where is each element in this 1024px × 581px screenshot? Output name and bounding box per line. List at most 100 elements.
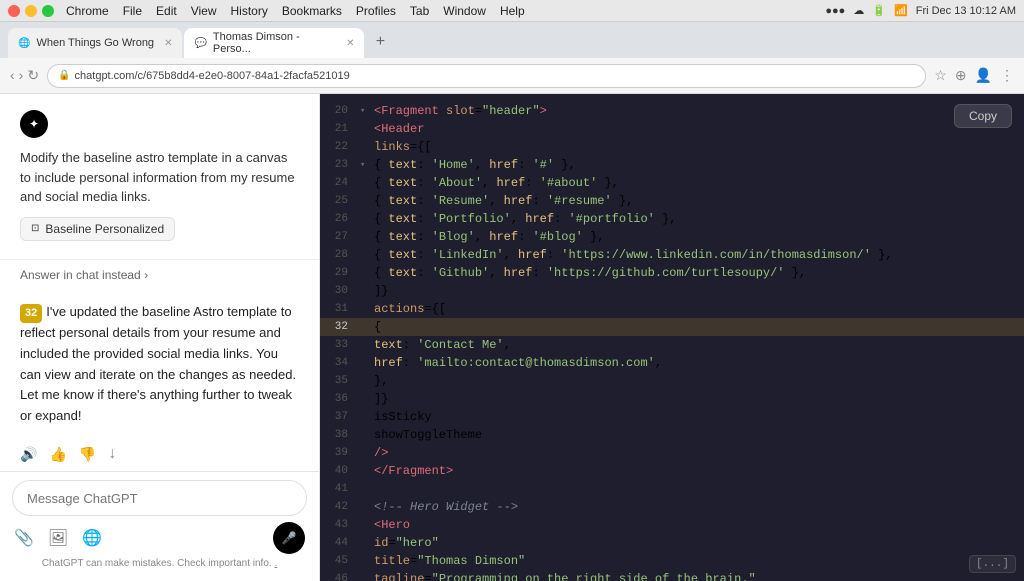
tab-when-things[interactable]: 🌐 When Things Go Wrong ✕: [8, 28, 182, 58]
line-number: 46: [320, 570, 360, 581]
menu-edit[interactable]: Edit: [156, 4, 177, 18]
attach-icon[interactable]: 📎: [14, 528, 34, 548]
code-line: 39 />: [320, 444, 1024, 462]
code-content: 20▾<Fragment slot="header">21 <Header22 …: [320, 94, 1024, 581]
code-text: <Hero: [374, 516, 410, 534]
code-line: 34 href: 'mailto:contact@thomasdimson.co…: [320, 354, 1024, 372]
message-input[interactable]: [12, 480, 307, 516]
speaker-icon[interactable]: 🔊: [20, 446, 37, 463]
chat-prompt-text: Modify the baseline astro template in a …: [20, 148, 299, 207]
tab-close-button[interactable]: ✕: [164, 38, 172, 49]
tab-close-button[interactable]: ✕: [346, 38, 354, 49]
code-text: ]}: [374, 282, 388, 300]
menu-bar: Chrome File Edit View History Bookmarks …: [66, 4, 525, 18]
code-line: 30 ]}: [320, 282, 1024, 300]
chat-sidebar: ✦ Modify the baseline astro template in …: [0, 94, 320, 581]
input-actions: 📎 🖼 🌐 🎤: [12, 516, 307, 556]
menu-window[interactable]: Window: [443, 4, 486, 18]
url-bar[interactable]: 🔒 chatgpt.com/c/675b8dd4-e2e0-8007-84a1-…: [47, 64, 926, 88]
tab-icon: 🌐: [18, 38, 30, 49]
address-bar: ‹ › ↻ 🔒 chatgpt.com/c/675b8dd4-e2e0-8007…: [0, 58, 1024, 94]
menu-chrome[interactable]: Chrome: [66, 4, 109, 18]
line-number: 25: [320, 192, 360, 210]
code-line: 23▾ { text: 'Home', href: '#' },: [320, 156, 1024, 174]
title-bar: Chrome File Edit View History Bookmarks …: [0, 0, 1024, 22]
line-number: 24: [320, 174, 360, 192]
code-text: {: [374, 318, 381, 336]
close-button[interactable]: [8, 5, 20, 17]
menu-profiles[interactable]: Profiles: [356, 4, 396, 18]
code-line: 45 title="Thomas Dimson": [320, 552, 1024, 570]
code-text: { text: 'Portfolio', href: '#portfolio' …: [374, 210, 677, 228]
code-line: 46 tagline="Programming on the right sid…: [320, 570, 1024, 581]
line-number: 22: [320, 138, 360, 156]
collapse-arrow[interactable]: ▾: [360, 102, 374, 120]
new-tab-button[interactable]: +: [366, 28, 394, 56]
line-number: 31: [320, 300, 360, 318]
minimize-button[interactable]: [25, 5, 37, 17]
code-line: 43 <Hero: [320, 516, 1024, 534]
code-line: 41: [320, 480, 1024, 498]
more-icon[interactable]: ⋮: [1000, 67, 1014, 84]
collapse-arrow[interactable]: ▾: [360, 156, 374, 174]
code-text: <!-- Hero Widget -->: [374, 498, 518, 516]
code-line: 28 { text: 'LinkedIn', href: 'https://ww…: [320, 246, 1024, 264]
image-icon[interactable]: 🖼: [48, 528, 68, 548]
line-number: 43: [320, 516, 360, 534]
line-number: 30: [320, 282, 360, 300]
maximize-button[interactable]: [42, 5, 54, 17]
mic-button[interactable]: 🎤: [273, 522, 305, 554]
line-number: 35: [320, 372, 360, 390]
back-button[interactable]: ‹: [10, 67, 15, 84]
code-text: href: 'mailto:contact@thomasdimson.com',: [374, 354, 662, 372]
menu-help[interactable]: Help: [500, 4, 525, 18]
thumbs-up-icon[interactable]: 👍: [49, 446, 66, 463]
copy-button[interactable]: Copy: [954, 104, 1012, 128]
line-number-highlight: 32: [20, 304, 42, 324]
menu-file[interactable]: File: [123, 4, 142, 18]
menu-view[interactable]: View: [191, 4, 217, 18]
bookmark-icon[interactable]: ☆: [934, 67, 947, 84]
code-line: 37 isSticky: [320, 408, 1024, 426]
line-number: 45: [320, 552, 360, 570]
tab-label: Thomas Dimson - Perso...: [213, 31, 336, 55]
thumbs-down-icon[interactable]: 👎: [79, 446, 96, 463]
traffic-lights[interactable]: [8, 5, 54, 17]
line-number: 23: [320, 156, 360, 174]
code-text: { text: 'Home', href: '#' },: [374, 156, 576, 174]
menu-bookmarks[interactable]: Bookmarks: [282, 4, 342, 18]
code-text: text: 'Contact Me',: [374, 336, 511, 354]
answer-chat-link[interactable]: Answer in chat instead ›: [20, 268, 299, 282]
message-input-area: 📎 🖼 🌐 🎤 ChatGPT can make mistakes. Check…: [0, 471, 319, 581]
code-line: 33 text: 'Contact Me',: [320, 336, 1024, 354]
code-text: </Fragment>: [374, 462, 453, 480]
menu-history[interactable]: History: [231, 4, 268, 18]
action-icons: 🔊 👍 👎 ↓: [0, 437, 319, 471]
canvas-badge[interactable]: ⊡ Baseline Personalized: [20, 217, 175, 241]
code-text: actions={[: [374, 300, 446, 318]
disclaimer-link[interactable]: .: [274, 558, 277, 569]
code-text: id="hero": [374, 534, 439, 552]
tab-bar: 🌐 When Things Go Wrong ✕ 💬 Thomas Dimson…: [0, 22, 1024, 58]
line-number: 44: [320, 534, 360, 552]
menu-tab[interactable]: Tab: [410, 4, 429, 18]
tab-chatgpt[interactable]: 💬 Thomas Dimson - Perso... ✕: [184, 28, 364, 58]
refresh-button[interactable]: ↻: [27, 67, 39, 84]
code-text: },: [374, 372, 388, 390]
ellipsis-indicator: [...]: [969, 555, 1016, 573]
code-text: { text: 'Github', href: 'https://github.…: [374, 264, 806, 282]
clock: ●●● ☁ 🔋 📶 Fri Dec 13 10:12 AM: [825, 4, 1016, 17]
globe-icon[interactable]: 🌐: [82, 528, 102, 548]
extensions-icon[interactable]: ⊕: [955, 67, 967, 84]
line-number: 42: [320, 498, 360, 516]
code-text: { text: 'Resume', href: '#resume' },: [374, 192, 633, 210]
profile-icon[interactable]: 👤: [975, 67, 992, 84]
forward-button[interactable]: ›: [19, 67, 24, 84]
canvas-label: Baseline Personalized: [45, 222, 164, 236]
code-text: { text: 'Blog', href: '#blog' },: [374, 228, 605, 246]
code-line: 44 id="hero": [320, 534, 1024, 552]
regenerate-icon[interactable]: ↓: [108, 445, 116, 463]
code-panel: Copy 20▾<Fragment slot="header">21 <Head…: [320, 94, 1024, 581]
chat-prompt-box: ✦ Modify the baseline astro template in …: [0, 94, 319, 260]
line-number: 26: [320, 210, 360, 228]
